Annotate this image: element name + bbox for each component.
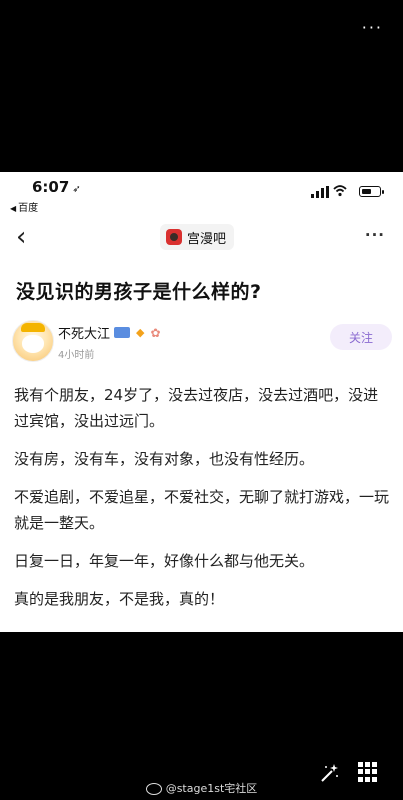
avatar[interactable] xyxy=(12,320,54,362)
battery-icon xyxy=(359,186,384,197)
back-button[interactable]: ‹ xyxy=(16,224,26,250)
author-row: 不死大江 ◆ ✿ 4小时前 关注 xyxy=(12,320,392,366)
paragraph: 不爱追剧，不爱追星，不爱社交，无聊了就打游戏，一玩就是一整天。 xyxy=(14,488,390,532)
level-badge-icon xyxy=(114,327,131,338)
paragraph: 日复一日，年复一年，好像什么都与他无关。 xyxy=(14,552,315,570)
forum-chip[interactable]: 宫漫吧 xyxy=(160,224,235,250)
watermark: @stage1st宅社区 xyxy=(0,780,403,796)
grid-icon[interactable] xyxy=(358,762,378,782)
more-button[interactable]: ··· xyxy=(365,226,385,244)
wifi-icon xyxy=(333,185,347,197)
paragraph: 没有房，没有车，没有对象，也没有性经历。 xyxy=(14,450,315,468)
signal-icon xyxy=(311,186,329,198)
status-time-text: 6:07 xyxy=(32,178,70,196)
post-time: 4小时前 xyxy=(58,350,95,361)
post-title: 没见识的男孩子是什么样的? xyxy=(16,281,262,303)
hands-icon: ✿ xyxy=(150,325,161,340)
status-bar: 6:07 ➶ ◀ 百度 xyxy=(0,172,403,214)
post-body: 我有个朋友，24岁了，没去过夜店，没去过酒吧，没进过宾馆，没出过远门。 没有房，… xyxy=(14,382,392,624)
author-name-row: 不死大江 ◆ ✿ xyxy=(58,323,161,343)
back-app-label: 百度 xyxy=(18,203,39,214)
watermark-text: @stage1st宅社区 xyxy=(165,782,258,795)
follow-button[interactable]: 关注 xyxy=(330,324,392,350)
back-to-app[interactable]: ◀ 百度 xyxy=(10,199,38,214)
forum-icon xyxy=(166,229,182,245)
back-triangle-icon: ◀ xyxy=(10,204,17,213)
status-time: 6:07 ➶ xyxy=(32,178,81,196)
location-arrow-icon: ➶ xyxy=(72,184,81,195)
post-screenshot: 6:07 ➶ ◀ 百度 ‹ 宫漫吧 ··· 没见识的男孩子是什么样的? 不死大江 ◆… xyxy=(0,172,403,632)
forum-name: 宫漫吧 xyxy=(187,231,227,247)
paragraph: 我有个朋友，24岁了，没去过夜店，没去过酒吧，没进过宾馆，没出过远门。 xyxy=(14,386,379,430)
gem-icon: ◆ xyxy=(136,326,145,339)
paragraph: 真的是我朋友，不是我，真的！ xyxy=(14,590,225,608)
author-name[interactable]: 不死大江 xyxy=(58,323,110,342)
top-more-icon[interactable]: ··· xyxy=(362,18,383,37)
weibo-logo-icon xyxy=(145,783,162,795)
nav-bar: ‹ 宫漫吧 ··· xyxy=(0,220,403,260)
